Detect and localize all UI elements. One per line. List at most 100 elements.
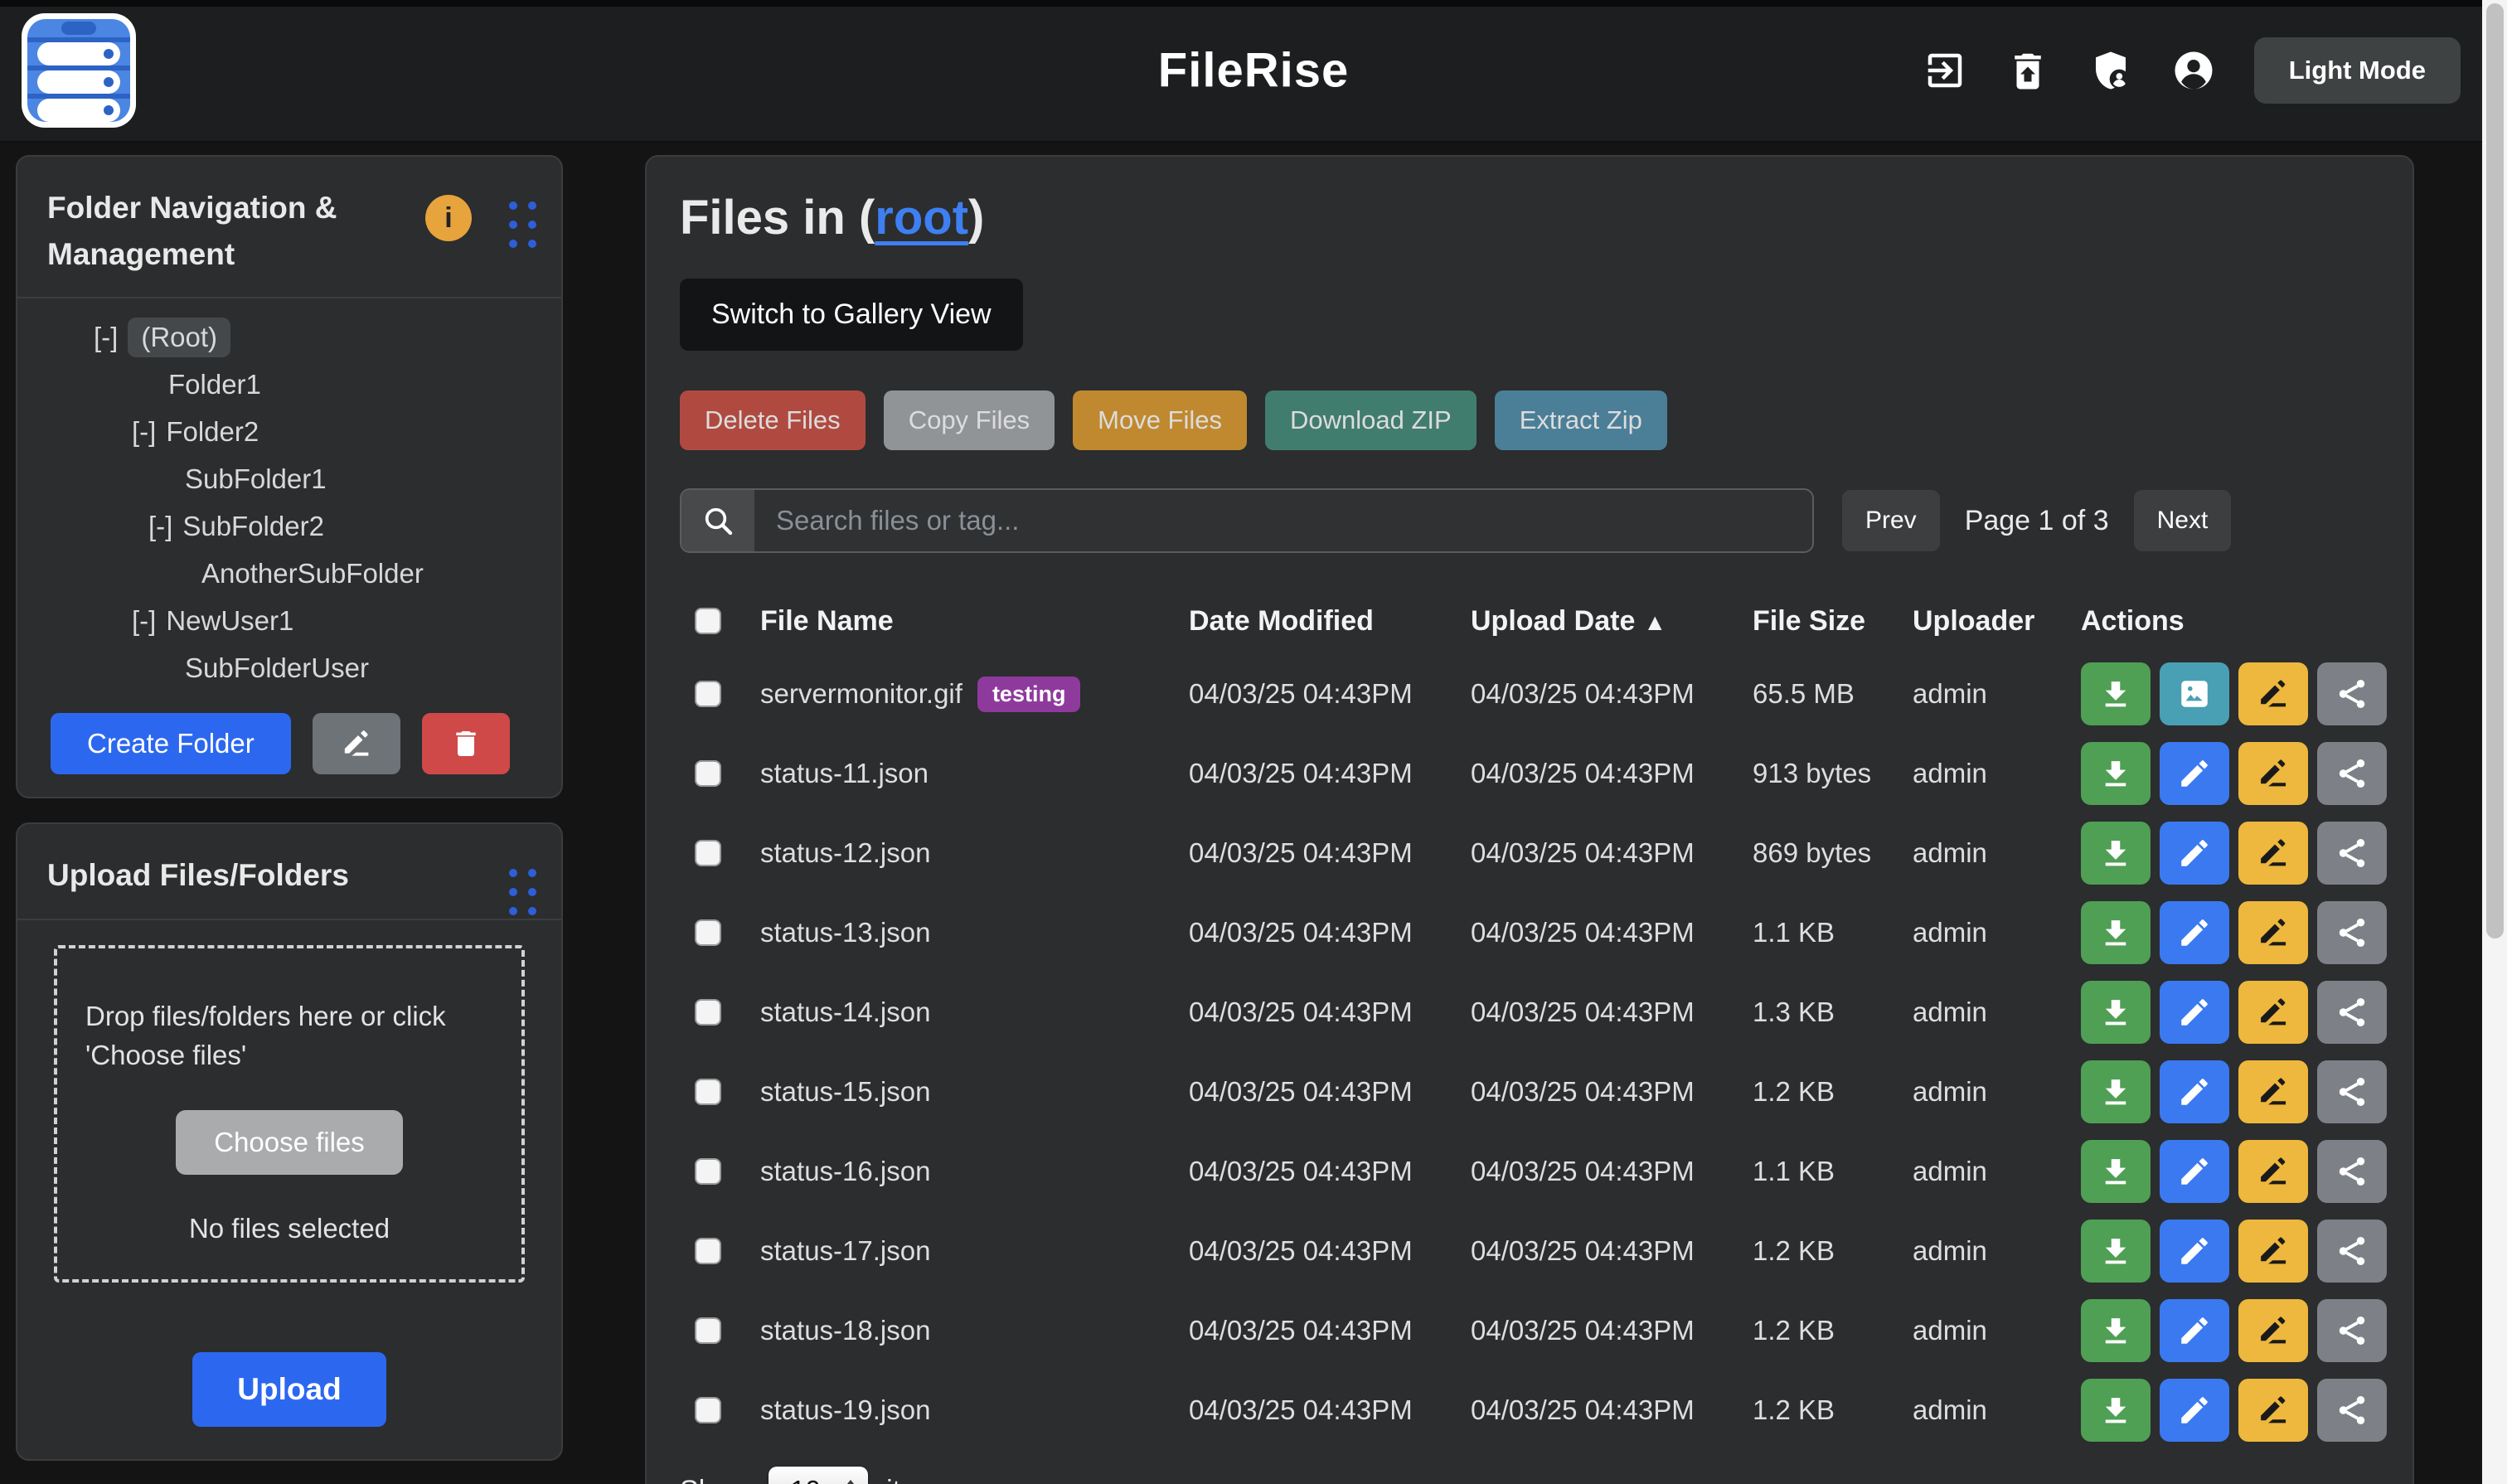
edit-file-button[interactable]	[2160, 822, 2229, 885]
upload-button[interactable]: Upload	[192, 1352, 386, 1427]
preview-image-button[interactable]	[2160, 662, 2229, 725]
folder-tree-item[interactable]: Folder1	[47, 361, 531, 408]
file-name[interactable]: servermonitor.gif	[760, 678, 963, 710]
rename-file-button[interactable]	[2238, 662, 2308, 725]
folder-tree-item[interactable]: [-] (Root)	[47, 313, 531, 361]
restore-trash-button[interactable]	[2005, 48, 2050, 93]
folder-label[interactable]: SubFolder1	[185, 463, 327, 495]
column-header-file-size[interactable]: File Size	[1753, 605, 1913, 638]
row-checkbox[interactable]	[695, 760, 721, 787]
create-folder-button[interactable]: Create Folder	[51, 713, 291, 774]
info-icon[interactable]: i	[425, 195, 472, 241]
edit-file-button[interactable]	[2160, 742, 2229, 805]
choose-files-button[interactable]: Choose files	[176, 1110, 403, 1175]
file-name[interactable]: status-11.json	[760, 758, 929, 789]
rename-file-button[interactable]	[2238, 822, 2308, 885]
download-button[interactable]	[2081, 1299, 2151, 1362]
column-header-file-name[interactable]: File Name	[760, 605, 1189, 638]
download-button[interactable]	[2081, 742, 2151, 805]
drag-handle-icon[interactable]	[509, 201, 536, 248]
folder-tree-item[interactable]: AnotherSubFolder	[47, 550, 531, 597]
file-name[interactable]: status-19.json	[760, 1394, 930, 1426]
edit-file-button[interactable]	[2160, 981, 2229, 1044]
logout-button[interactable]	[1923, 48, 1967, 93]
share-file-button[interactable]	[2317, 662, 2387, 725]
search-input[interactable]	[754, 490, 1812, 551]
toolbar-move-files-button[interactable]: Move Files	[1073, 390, 1247, 450]
scrollbar-thumb[interactable]	[2486, 3, 2504, 938]
row-checkbox[interactable]	[695, 999, 721, 1026]
folder-tree-item[interactable]: [-]Folder2	[47, 408, 531, 455]
light-mode-button[interactable]: Light Mode	[2254, 37, 2461, 104]
delete-folder-button[interactable]	[422, 713, 510, 774]
download-button[interactable]	[2081, 901, 2151, 964]
download-button[interactable]	[2081, 1060, 2151, 1123]
row-checkbox[interactable]	[695, 1079, 721, 1105]
tree-collapse-toggle[interactable]: [-]	[148, 511, 172, 542]
column-header-date-modified[interactable]: Date Modified	[1189, 605, 1471, 638]
row-checkbox[interactable]	[695, 1238, 721, 1264]
items-per-page-select[interactable]: 10	[769, 1467, 868, 1484]
edit-file-button[interactable]	[2160, 1060, 2229, 1123]
edit-file-button[interactable]	[2160, 1379, 2229, 1442]
file-name[interactable]: status-12.json	[760, 837, 930, 869]
download-button[interactable]	[2081, 981, 2151, 1044]
file-name[interactable]: status-16.json	[760, 1156, 930, 1187]
download-button[interactable]	[2081, 1379, 2151, 1442]
row-checkbox[interactable]	[695, 1397, 721, 1423]
folder-tree-item[interactable]: SubFolderUser	[47, 644, 531, 691]
rename-file-button[interactable]	[2238, 1220, 2308, 1283]
folder-label[interactable]: (Root)	[128, 318, 230, 357]
edit-file-button[interactable]	[2160, 1299, 2229, 1362]
download-button[interactable]	[2081, 662, 2151, 725]
share-file-button[interactable]	[2317, 1220, 2387, 1283]
folder-label[interactable]: NewUser1	[166, 605, 293, 637]
folder-tree-item[interactable]: [-] SubFolder2	[47, 502, 531, 550]
toolbar-copy-files-button[interactable]: Copy Files	[884, 390, 1055, 450]
admin-settings-button[interactable]	[2088, 48, 2133, 93]
download-button[interactable]	[2081, 822, 2151, 885]
rename-file-button[interactable]	[2238, 1379, 2308, 1442]
file-name[interactable]: status-17.json	[760, 1235, 930, 1267]
rename-file-button[interactable]	[2238, 1140, 2308, 1203]
share-file-button[interactable]	[2317, 742, 2387, 805]
root-folder-link[interactable]: root	[875, 191, 968, 245]
prev-page-button[interactable]: Prev	[1842, 490, 1940, 551]
file-name[interactable]: status-14.json	[760, 997, 930, 1028]
row-checkbox[interactable]	[695, 840, 721, 866]
share-file-button[interactable]	[2317, 1379, 2387, 1442]
upload-dropzone[interactable]: Drop files/folders here or click 'Choose…	[54, 945, 525, 1283]
folder-label[interactable]: SubFolder2	[182, 511, 324, 542]
tree-collapse-toggle[interactable]: [-]	[132, 605, 156, 637]
download-button[interactable]	[2081, 1140, 2151, 1203]
select-all-checkbox[interactable]	[695, 608, 721, 634]
drag-handle-icon[interactable]	[509, 869, 536, 915]
share-file-button[interactable]	[2317, 822, 2387, 885]
share-file-button[interactable]	[2317, 1060, 2387, 1123]
tree-collapse-toggle[interactable]: [-]	[94, 322, 118, 353]
account-button[interactable]	[2171, 48, 2216, 93]
app-logo[interactable]	[22, 13, 136, 128]
rename-file-button[interactable]	[2238, 1060, 2308, 1123]
edit-file-button[interactable]	[2160, 1220, 2229, 1283]
column-header-upload-date[interactable]: Upload Date▲	[1471, 605, 1753, 638]
row-checkbox[interactable]	[695, 1158, 721, 1185]
folder-label[interactable]: Folder2	[166, 416, 259, 448]
toolbar-download-zip-button[interactable]: Download ZIP	[1265, 390, 1477, 450]
folder-tree-item[interactable]: SubFolder1	[47, 455, 531, 502]
row-checkbox[interactable]	[695, 919, 721, 946]
download-button[interactable]	[2081, 1220, 2151, 1283]
folder-label[interactable]: AnotherSubFolder	[201, 558, 424, 589]
folder-tree-item[interactable]: [-] NewUser1	[47, 597, 531, 644]
folder-label[interactable]: Folder1	[168, 369, 261, 400]
edit-file-button[interactable]	[2160, 901, 2229, 964]
column-header-uploader[interactable]: Uploader	[1913, 605, 2081, 638]
toolbar-delete-files-button[interactable]: Delete Files	[680, 390, 866, 450]
file-name[interactable]: status-13.json	[760, 917, 930, 948]
share-file-button[interactable]	[2317, 901, 2387, 964]
toolbar-extract-zip-button[interactable]: Extract Zip	[1495, 390, 1667, 450]
share-file-button[interactable]	[2317, 1299, 2387, 1362]
edit-file-button[interactable]	[2160, 1140, 2229, 1203]
switch-gallery-view-button[interactable]: Switch to Gallery View	[680, 279, 1023, 351]
rename-file-button[interactable]	[2238, 1299, 2308, 1362]
